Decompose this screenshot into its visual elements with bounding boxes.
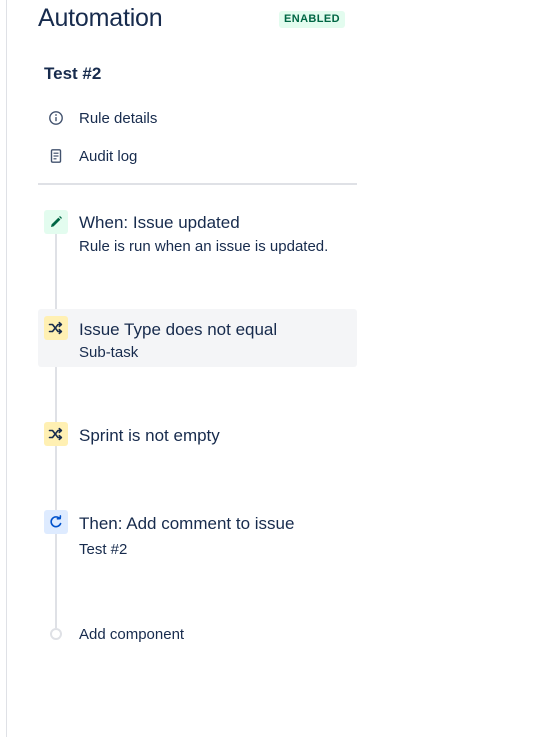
shuffle-icon bbox=[44, 316, 68, 340]
nav-item-audit-log[interactable]: Audit log bbox=[44, 144, 344, 168]
component-description: Sub-task bbox=[79, 344, 139, 361]
sidebar-border bbox=[6, 0, 7, 737]
component-title: Sprint is not empty bbox=[79, 426, 220, 445]
component-condition-sprint[interactable]: Sprint is not empty bbox=[38, 415, 357, 455]
component-title: When: Issue updated bbox=[79, 213, 240, 232]
component-title: Issue Type does not equal bbox=[79, 320, 278, 339]
page-title: Automation bbox=[38, 4, 163, 32]
info-icon bbox=[44, 106, 68, 130]
pencil-icon bbox=[44, 210, 68, 234]
shuffle-icon bbox=[44, 422, 68, 446]
rule-name: Test #2 bbox=[44, 64, 102, 83]
status-badge: ENABLED bbox=[279, 11, 345, 28]
nav-item-rule-details[interactable]: Rule details bbox=[44, 106, 344, 130]
refresh-icon bbox=[44, 510, 68, 534]
component-trigger[interactable]: When: Issue updated Rule is run when an … bbox=[38, 203, 357, 263]
component-description: Test #2 bbox=[79, 541, 128, 558]
add-component-label: Add component bbox=[79, 625, 185, 643]
add-component-button[interactable]: Add component bbox=[44, 622, 244, 646]
divider bbox=[38, 183, 357, 185]
automation-page: Automation ENABLED Test #2 Rule details … bbox=[0, 0, 535, 737]
nav-item-label: Rule details bbox=[79, 109, 158, 127]
page-header: Automation ENABLED bbox=[38, 4, 358, 36]
add-node-icon bbox=[50, 628, 62, 640]
component-action-add-comment[interactable]: Then: Add comment to issue Test #2 bbox=[38, 503, 357, 563]
document-icon bbox=[44, 144, 68, 168]
component-condition-issue-type[interactable]: Issue Type does not equal Sub-task bbox=[38, 309, 357, 367]
nav-item-label: Audit log bbox=[79, 147, 138, 165]
component-description: Rule is run when an issue is updated. bbox=[79, 238, 329, 255]
component-title: Then: Add comment to issue bbox=[79, 514, 295, 533]
